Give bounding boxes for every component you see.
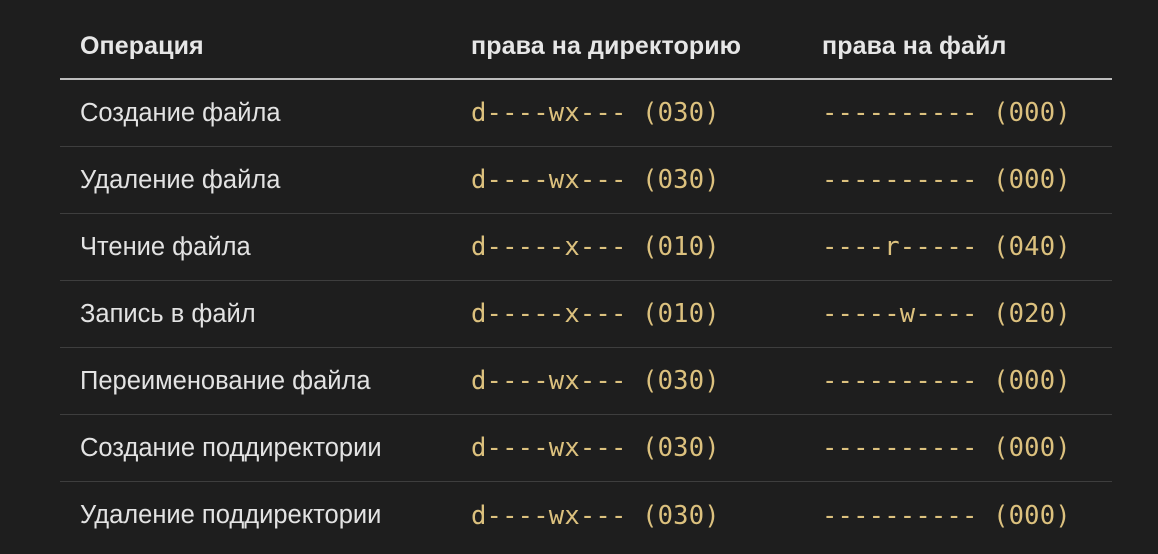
dir-permission-code: d----wx--- (030) <box>471 165 720 195</box>
header-operation: Операция <box>80 31 204 60</box>
header-dir-permissions: права на директорию <box>471 31 742 60</box>
file-permission-code: ---------- (000) <box>822 500 1071 531</box>
file-permission-code: ---------- (000) <box>822 433 1071 463</box>
table-row: Запись в файл d-----x--- (010) -----w---… <box>60 281 1112 348</box>
operation-cell: Удаление файла <box>80 165 281 194</box>
dir-permission-code: d----wx--- (030) <box>471 433 720 463</box>
file-permission-code: ---------- (000) <box>822 366 1071 396</box>
dir-permission-code: d-----x--- (010) <box>471 299 720 329</box>
operation-cell: Создание файла <box>80 98 281 127</box>
table-row: Чтение файла d-----x--- (010) ----r-----… <box>60 214 1112 281</box>
table-row: Создание поддиректории d----wx--- (030) … <box>60 415 1112 482</box>
table-header-row: Операция права на директорию права на фа… <box>60 14 1112 80</box>
dir-permission-code: d-----x--- (010) <box>471 232 720 262</box>
dir-permission-code: d----wx--- (030) <box>471 366 720 396</box>
file-permission-code: -----w---- (020) <box>822 299 1071 329</box>
dir-permission-code: d----wx--- (030) <box>471 500 720 531</box>
operation-cell: Переименование файла <box>80 366 371 395</box>
header-file-permissions: права на файл <box>822 31 1007 60</box>
operation-cell: Создание поддиректории <box>80 433 382 462</box>
file-permission-code: ---------- (000) <box>822 98 1071 128</box>
operation-cell: Удаление поддиректории <box>80 501 382 529</box>
table-row: Создание файла d----wx--- (030) --------… <box>60 80 1112 147</box>
operation-cell: Запись в файл <box>80 299 256 328</box>
file-permission-code: ----r----- (040) <box>822 232 1071 262</box>
table-row: Удаление поддиректории d----wx--- (030) … <box>60 482 1112 549</box>
dir-permission-code: d----wx--- (030) <box>471 98 720 128</box>
operation-cell: Чтение файла <box>80 232 251 261</box>
file-permission-code: ---------- (000) <box>822 165 1071 195</box>
permissions-table: Операция права на директорию права на фа… <box>60 14 1112 549</box>
table-row: Удаление файла d----wx--- (030) --------… <box>60 147 1112 214</box>
table-row: Переименование файла d----wx--- (030) --… <box>60 348 1112 415</box>
